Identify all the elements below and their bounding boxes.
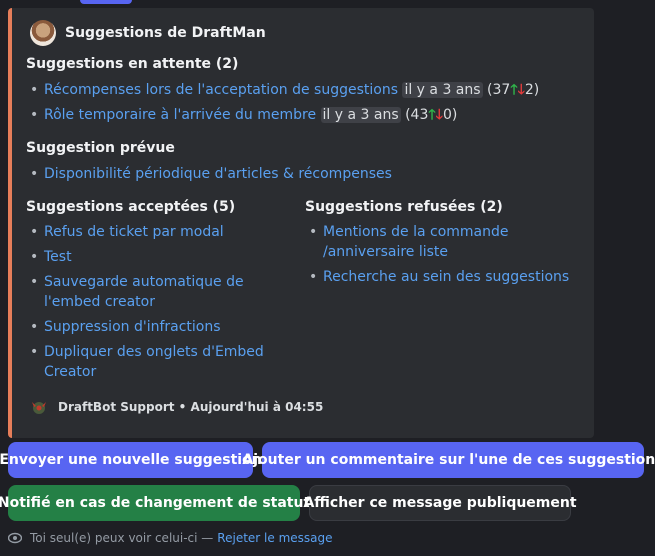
accepted-title: Suggestions acceptées (5)	[26, 199, 236, 215]
ephemeral-text: Toi seul(e) peux voir celui-ci —	[30, 531, 214, 545]
add-comment-button[interactable]: Ajouter un commentaire sur l'une de ces …	[242, 442, 655, 478]
list-item: Dupliquer des onglets d'Embed Creator	[26, 342, 296, 382]
accepted-link-2[interactable]: Test	[44, 249, 72, 265]
ephemeral-notice: Toi seul(e) peux voir celui-ci — Rejeter…	[8, 531, 333, 545]
green-up-arrow-icon: 🡑	[428, 107, 436, 123]
timestamp: il y a 3 ans	[320, 107, 401, 123]
refused-link-1[interactable]: Mentions de la commande /anniversaire li…	[323, 224, 509, 260]
pending-list: Récompenses lors de l'acceptation de sug…	[26, 80, 539, 125]
pending-link-1[interactable]: Récompenses lors de l'acceptation de sug…	[44, 82, 398, 98]
red-down-arrow-icon: 🡓	[517, 82, 525, 98]
downvote-count: 2	[524, 82, 534, 98]
refused-title: Suggestions refusées (2)	[305, 199, 503, 215]
list-item: Rôle temporaire à l'arrivée du membre il…	[26, 105, 539, 125]
accepted-link-5[interactable]: Dupliquer des onglets d'Embed Creator	[44, 344, 264, 380]
pending-title: Suggestions en attente (2)	[26, 56, 239, 72]
list-item: Disponibilité périodique d'articles & ré…	[26, 164, 392, 184]
embed-footer: DraftBot Support • Aujourd'hui à 04:55	[30, 398, 323, 416]
accepted-link-4[interactable]: Suppression d'infractions	[44, 319, 221, 335]
embed-author: Suggestions de DraftMan	[30, 20, 266, 46]
list-item: Test	[26, 247, 296, 267]
list-item: Refus de ticket par modal	[26, 222, 296, 242]
author-name: Suggestions de DraftMan	[65, 25, 266, 41]
list-item: Récompenses lors de l'acceptation de sug…	[26, 80, 539, 100]
accepted-list: Refus de ticket par modal Test Sauvegard…	[26, 222, 296, 382]
planned-title: Suggestion prévue	[26, 140, 175, 156]
red-down-arrow-icon: 🡓	[435, 107, 443, 123]
show-publicly-button[interactable]: Afficher ce message publiquement	[303, 485, 577, 521]
accepted-link-3[interactable]: Sauvegarde automatique de l'embed creato…	[44, 274, 244, 310]
vote-count: (37🡑🡓2)	[487, 82, 540, 98]
eye-icon	[8, 532, 22, 544]
upvote-count: 43	[410, 107, 429, 123]
list-item: Recherche au sein des suggestions	[305, 267, 569, 287]
new-suggestion-button[interactable]: Envoyer une nouvelle suggestion	[0, 442, 262, 478]
pending-link-2[interactable]: Rôle temporaire à l'arrivée du membre	[44, 107, 316, 123]
list-item: Suppression d'infractions	[26, 317, 296, 337]
accepted-link-1[interactable]: Refus de ticket par modal	[44, 224, 224, 240]
dismiss-message-link[interactable]: Rejeter le message	[217, 531, 332, 545]
notify-status-button[interactable]: Notifié en cas de changement de statut	[0, 485, 310, 521]
planned-list: Disponibilité périodique d'articles & ré…	[26, 164, 392, 184]
refused-link-2[interactable]: Recherche au sein des suggestions	[323, 269, 569, 285]
downvote-count: 0	[442, 107, 452, 123]
suggestions-embed: Suggestions de DraftMan Suggestions en a…	[8, 8, 594, 438]
list-item: Sauvegarde automatique de l'embed creato…	[26, 272, 296, 312]
timestamp: il y a 3 ans	[402, 82, 483, 98]
top-accent-pill	[80, 0, 132, 4]
planned-link-1[interactable]: Disponibilité périodique d'articles & ré…	[44, 166, 392, 182]
upvote-count: 37	[492, 82, 511, 98]
green-up-arrow-icon: 🡑	[510, 82, 518, 98]
refused-list: Mentions de la commande /anniversaire li…	[305, 222, 569, 287]
author-avatar	[30, 20, 56, 46]
list-item: Mentions de la commande /anniversaire li…	[305, 222, 565, 262]
footer-text: DraftBot Support • Aujourd'hui à 04:55	[58, 400, 324, 414]
draftbot-logo-icon	[32, 402, 46, 414]
vote-count: (43🡑🡓0)	[405, 107, 458, 123]
